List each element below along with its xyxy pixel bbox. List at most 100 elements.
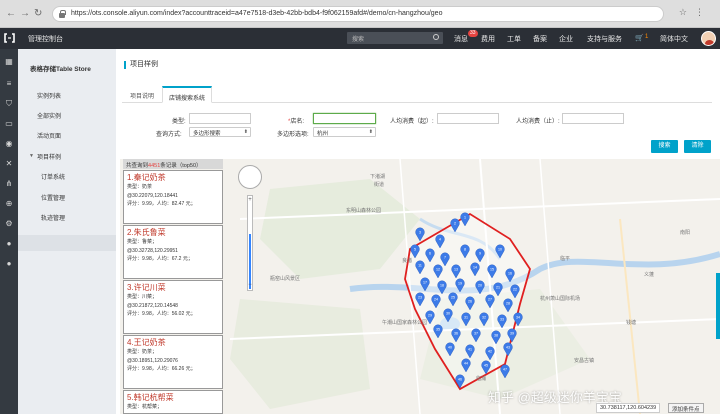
- map-label: 街道: [374, 182, 385, 188]
- browser-actions[interactable]: ☆⋮: [679, 7, 712, 18]
- sidebar-item-activity[interactable]: 活动页面: [37, 131, 61, 140]
- map-pin-label: 16: [508, 272, 512, 276]
- map-label: 义蓬: [644, 272, 655, 278]
- map-pin-label: 21: [496, 286, 500, 290]
- result-name[interactable]: 1.秦记奶茶: [127, 173, 219, 183]
- globe-icon[interactable]: ⊕: [4, 199, 14, 209]
- result-meta: 评分：9.98，人均：66.26 元；: [127, 366, 196, 372]
- avg-min-label: 人均消费（起）:: [390, 119, 434, 125]
- store-name-input[interactable]: [313, 113, 376, 124]
- list-icon[interactable]: ≡: [4, 79, 14, 89]
- map-label: 南阳: [680, 230, 691, 236]
- map-terrain-area: [260, 179, 420, 279]
- feedback-side-tab[interactable]: [716, 273, 720, 339]
- result-type: 类型：奶茶: [127, 184, 153, 190]
- map-pin-label: 29: [428, 314, 432, 318]
- result-list: 共查询到4451条记录（top50） 1.秦记奶茶 类型：奶茶 @30.2207…: [123, 159, 223, 414]
- main-content: 项目样例 项目说明 店铺搜索系统 类型: *店名: 人均消费（起）: 人均消费（…: [116, 49, 720, 414]
- console-search-input[interactable]: 搜索: [347, 32, 443, 44]
- avg-min-input[interactable]: [437, 113, 499, 124]
- result-card[interactable]: 4.王记奶茶 类型：奶茶； @30.18951,120.29076 评分：9.9…: [123, 335, 223, 389]
- avatar[interactable]: [701, 31, 716, 46]
- circle-icon[interactable]: ●: [4, 239, 14, 249]
- settings-icon[interactable]: ⚙: [4, 219, 14, 229]
- tab-store-search[interactable]: 店铺搜索系统: [162, 86, 213, 103]
- sidebar-item-orders[interactable]: 订单系统: [41, 172, 65, 181]
- sidebar-item-instance-list[interactable]: 实例列表: [37, 91, 61, 100]
- type-input[interactable]: [189, 113, 251, 124]
- chevron-down-icon[interactable]: ▼: [29, 153, 34, 159]
- map-label: 杭州萧山国际机场: [540, 296, 581, 302]
- result-location: @30.21872,120.14548: [127, 302, 178, 309]
- map-pin-label: 31: [464, 316, 468, 320]
- map-label: 东明山森林公园: [346, 208, 382, 214]
- sidebar-item-location[interactable]: 位置管理: [41, 193, 65, 202]
- zoom-slider[interactable]: + −: [247, 195, 253, 291]
- sidebar-item-all-instances[interactable]: 全部实例: [37, 111, 61, 120]
- map-view[interactable]: 1 2 3 4 5 6 7 8 9 10 11 12 13 14 15 16 17 18 19 20 21 22 23 24 2…: [120, 159, 720, 414]
- search-icon[interactable]: [433, 34, 439, 40]
- map-pin-label: 19: [458, 282, 462, 286]
- query-mode-select[interactable]: 多边形搜索 ⬍: [189, 127, 251, 137]
- dot-icon[interactable]: ●: [4, 259, 14, 269]
- back-icon[interactable]: ←: [6, 8, 16, 20]
- menu-icp[interactable]: 备案: [533, 34, 547, 44]
- query-mode-value: 多边形搜索: [193, 131, 221, 137]
- sidebar-item-tracks[interactable]: 轨迹管理: [41, 213, 65, 222]
- database-icon[interactable]: ◉: [4, 139, 14, 149]
- map-pin-label: 36: [454, 332, 458, 336]
- network-icon[interactable]: ⋔: [4, 179, 14, 189]
- menu-language[interactable]: 简体中文: [660, 34, 688, 44]
- console-title[interactable]: 管理控制台: [28, 34, 63, 44]
- clear-button[interactable]: 清除: [684, 140, 711, 153]
- forward-icon[interactable]: →: [20, 8, 30, 20]
- result-name[interactable]: 4.王记奶茶: [127, 338, 219, 348]
- map-pin-label: 47: [503, 368, 507, 372]
- tab-bar: 项目说明 店铺搜索系统: [122, 85, 712, 103]
- shield-icon[interactable]: ⛉: [4, 99, 14, 109]
- result-card[interactable]: 2.朱氏鲁菜 类型：鲁菜； @30.32728,120.29951 评分：9.9…: [123, 225, 223, 279]
- result-name[interactable]: 5.韩记杭帮菜: [127, 393, 219, 403]
- menu-icon[interactable]: ⋮: [695, 7, 712, 17]
- menu-tickets[interactable]: 工单: [507, 34, 521, 44]
- result-type: 类型：鲁菜；: [127, 239, 158, 245]
- address-bar[interactable]: https://ots.console.aliyun.com/index?acc…: [52, 6, 664, 22]
- result-name[interactable]: 2.朱氏鲁菜: [127, 228, 219, 238]
- server-icon[interactable]: ▭: [4, 119, 14, 129]
- grid-icon[interactable]: ▦: [4, 57, 14, 67]
- map-pin-label: 41: [468, 348, 472, 352]
- result-card[interactable]: 3.许记川菜 类型：川菜； @30.21872,120.14548 评分：9.9…: [123, 280, 223, 334]
- product-sidebar: 表格存储Table Store 实例列表 全部实例 活动页面 ▼ 项目样例 订单…: [18, 49, 131, 414]
- menu-enterprise[interactable]: 企业: [559, 34, 573, 44]
- map-pin-label: 13: [454, 268, 458, 272]
- search-button[interactable]: 搜索: [651, 140, 678, 153]
- menu-messages[interactable]: 消息: [454, 34, 468, 44]
- star-icon[interactable]: ☆: [679, 7, 695, 17]
- result-name[interactable]: 3.许记川菜: [127, 283, 219, 293]
- map-pin-label: 5: [414, 248, 416, 252]
- avg-max-input[interactable]: [562, 113, 624, 124]
- cart-icon[interactable]: 🛒: [635, 34, 644, 42]
- page-title: 项目样例: [124, 61, 158, 69]
- map-pin-label: 28: [506, 302, 510, 306]
- tools-icon[interactable]: ✕: [4, 159, 14, 169]
- add-condition-button[interactable]: 添加条件点: [668, 403, 704, 413]
- map-pin[interactable]: 3: [415, 227, 425, 242]
- store-label: *店名:: [288, 116, 304, 125]
- zoom-in-icon[interactable]: +: [247, 197, 253, 204]
- zoom-out-icon[interactable]: −: [247, 282, 253, 289]
- map-pin-label: 10: [498, 248, 502, 252]
- sidebar-item-samples[interactable]: 项目样例: [37, 152, 61, 161]
- result-meta: 评分：9.98，人均：67.2 元；: [127, 256, 193, 262]
- menu-billing[interactable]: 费用: [481, 34, 495, 44]
- aliyun-logo-icon[interactable]: [3, 32, 16, 44]
- map-pin-label: 43: [506, 346, 510, 350]
- menu-support[interactable]: 支持与服务: [587, 34, 622, 44]
- result-card[interactable]: 1.秦记奶茶 类型：奶茶 @30.22079,120.18441 评分：9.99…: [123, 170, 223, 224]
- map-pin-label: 42: [488, 350, 492, 354]
- polygon-option-select[interactable]: 杭州 ⬍: [313, 127, 376, 137]
- reload-icon[interactable]: ↻: [34, 8, 42, 20]
- tab-description[interactable]: 项目说明: [124, 86, 160, 103]
- result-card[interactable]: 5.韩记杭帮菜 类型：杭帮菜；: [123, 390, 223, 414]
- map-pan-control[interactable]: [238, 165, 262, 189]
